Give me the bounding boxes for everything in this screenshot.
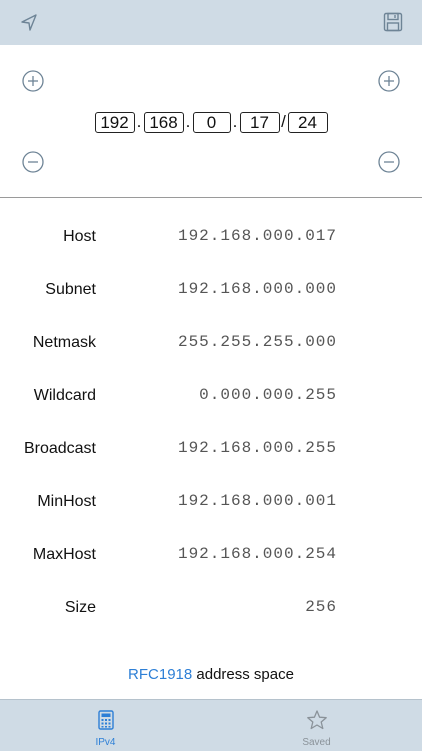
result-value: 192.168.000.017 bbox=[177, 227, 337, 245]
star-icon bbox=[306, 709, 328, 731]
result-label: Broadcast bbox=[23, 440, 96, 457]
minus-circle-icon bbox=[22, 151, 44, 173]
ip-address-fields: 192 . 168 . 0 . 17 / 24 bbox=[0, 111, 422, 133]
result-label: Size bbox=[64, 599, 96, 616]
result-value: 256 bbox=[305, 598, 337, 616]
result-row-subnet: Subnet 192.168.000.000 bbox=[0, 270, 422, 323]
result-label: Wildcard bbox=[33, 387, 96, 404]
calculator-icon bbox=[95, 709, 117, 731]
result-row-netmask: Netmask 255.255.255.000 bbox=[0, 323, 422, 376]
prefix-length-field[interactable]: 24 bbox=[287, 111, 328, 133]
plus-circle-icon bbox=[22, 70, 44, 92]
tab-saved[interactable]: Saved bbox=[211, 700, 422, 751]
decrement-left-button[interactable] bbox=[22, 151, 44, 173]
address-space-note: RFC1918 address space bbox=[0, 666, 422, 683]
location-arrow-icon[interactable] bbox=[18, 12, 40, 34]
octet-4-field[interactable]: 17 bbox=[239, 111, 280, 133]
tab-label: IPv4 bbox=[95, 737, 116, 748]
tab-ipv4[interactable]: IPv4 bbox=[0, 700, 211, 751]
navigation-bar bbox=[0, 0, 422, 45]
result-label: Subnet bbox=[45, 281, 96, 298]
result-value: 192.168.000.254 bbox=[177, 545, 337, 563]
results-list: Host 192.168.000.017 Subnet 192.168.000.… bbox=[0, 217, 422, 641]
octet-1-field[interactable]: 192 bbox=[94, 111, 135, 133]
address-space-text: address space bbox=[192, 666, 294, 683]
result-label: MaxHost bbox=[32, 546, 96, 563]
dot-separator: . bbox=[185, 112, 191, 131]
section-divider bbox=[0, 197, 422, 198]
dot-separator: . bbox=[136, 112, 142, 131]
decrement-right-button[interactable] bbox=[378, 151, 400, 173]
minus-circle-icon bbox=[378, 151, 400, 173]
tab-bar: IPv4 Saved bbox=[0, 699, 422, 751]
rfc1918-link[interactable]: RFC1918 bbox=[128, 666, 192, 683]
result-row-host: Host 192.168.000.017 bbox=[0, 217, 422, 270]
result-label: Netmask bbox=[32, 334, 96, 351]
result-label: MinHost bbox=[37, 493, 96, 510]
result-row-broadcast: Broadcast 192.168.000.255 bbox=[0, 429, 422, 482]
result-row-wildcard: Wildcard 0.000.000.255 bbox=[0, 376, 422, 429]
result-value: 192.168.000.000 bbox=[177, 280, 337, 298]
slash-separator: / bbox=[281, 112, 286, 131]
octet-3-field[interactable]: 0 bbox=[192, 111, 231, 133]
increment-right-button[interactable] bbox=[378, 70, 400, 92]
result-row-size: Size 256 bbox=[0, 588, 422, 641]
dot-separator: . bbox=[232, 112, 238, 131]
result-value: 192.168.000.001 bbox=[177, 492, 337, 510]
result-value: 255.255.255.000 bbox=[177, 333, 337, 351]
result-value: 192.168.000.255 bbox=[177, 439, 337, 457]
plus-circle-icon bbox=[378, 70, 400, 92]
result-row-minhost: MinHost 192.168.000.001 bbox=[0, 482, 422, 535]
tab-label: Saved bbox=[302, 737, 331, 748]
increment-left-button[interactable] bbox=[22, 70, 44, 92]
ip-editor: 192 . 168 . 0 . 17 / 24 bbox=[0, 45, 422, 198]
result-row-maxhost: MaxHost 192.168.000.254 bbox=[0, 535, 422, 588]
result-value: 0.000.000.255 bbox=[199, 386, 337, 404]
result-label: Host bbox=[63, 228, 96, 245]
octet-2-field[interactable]: 168 bbox=[143, 111, 184, 133]
save-icon[interactable] bbox=[382, 11, 404, 33]
